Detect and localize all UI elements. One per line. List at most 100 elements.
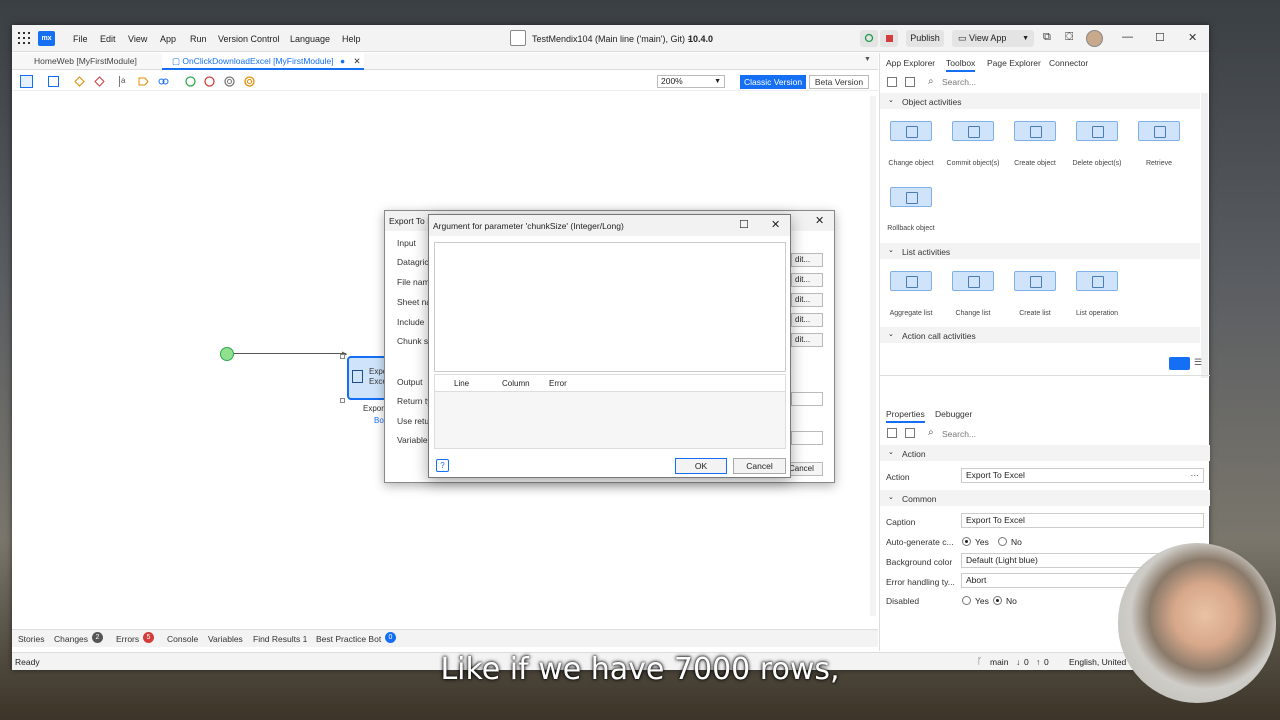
merge-icon[interactable] — [94, 76, 105, 87]
start-event[interactable] — [220, 347, 234, 361]
vertical-scrollbar[interactable] — [870, 96, 876, 616]
column-line[interactable]: Line — [454, 379, 469, 388]
stop-icon[interactable] — [880, 30, 898, 47]
ok-button[interactable]: OK — [675, 458, 727, 474]
menu-view[interactable]: View — [128, 34, 147, 44]
export-to-excel-activity[interactable]: Expor Exce — [347, 356, 390, 400]
grid-view-icon[interactable] — [1169, 357, 1190, 370]
create-list-tool[interactable] — [1014, 271, 1056, 291]
collapse-all-icon[interactable] — [887, 428, 897, 438]
classic-version-button[interactable]: Classic Version — [740, 75, 806, 89]
zoom-select[interactable]: 200% ▼ — [657, 75, 725, 88]
edit-button[interactable]: dit... — [791, 293, 823, 307]
column-error[interactable]: Error — [549, 379, 567, 388]
caption-field[interactable]: Export To Excel — [961, 513, 1204, 528]
tab-page-explorer[interactable]: Page Explorer — [987, 58, 1041, 68]
activity-icon[interactable] — [48, 76, 59, 87]
loop-icon[interactable] — [158, 76, 169, 87]
close-icon[interactable]: ✕ — [771, 218, 780, 231]
sync-icon[interactable] — [860, 30, 878, 47]
app-grid-icon[interactable] — [18, 32, 30, 44]
beta-version-button[interactable]: Beta Version — [809, 75, 869, 89]
maximize-icon[interactable]: ☐ — [1155, 31, 1165, 44]
menu-help[interactable]: Help — [342, 34, 361, 44]
end-event-icon[interactable] — [204, 76, 215, 87]
share-icon[interactable]: ⧉ — [1043, 31, 1051, 44]
pointer-icon[interactable] — [20, 75, 33, 88]
variable-name-field[interactable] — [791, 431, 823, 445]
sequence-flow[interactable] — [234, 353, 346, 354]
menu-edit[interactable]: Edit — [100, 34, 116, 44]
menu-file[interactable]: File — [73, 34, 88, 44]
change-object-tool[interactable] — [890, 121, 932, 141]
rollback-object-tool[interactable] — [890, 187, 932, 207]
error-event-icon[interactable] — [224, 76, 235, 87]
column-column[interactable]: Column — [502, 379, 530, 388]
cancel-button[interactable]: Cancel — [733, 458, 786, 474]
view-app-button[interactable]: ▭ View App ▼ — [952, 30, 1034, 47]
tab-changes[interactable]: Changes — [54, 634, 88, 644]
tab-errors[interactable]: Errors — [116, 634, 139, 644]
collapse-all-icon[interactable] — [887, 77, 897, 87]
menu-run[interactable]: Run — [190, 34, 207, 44]
action-section-header[interactable]: ⌄ Action — [880, 445, 1210, 461]
start-event-icon[interactable] — [185, 76, 196, 87]
expand-all-icon[interactable] — [905, 428, 915, 438]
tab-homeweb[interactable]: HomeWeb [MyFirstModule] — [12, 53, 160, 70]
chevron-down-icon[interactable]: ▼ — [1022, 30, 1029, 47]
change-list-tool[interactable] — [952, 271, 994, 291]
list-view-icon[interactable]: ☰ — [1194, 357, 1207, 370]
minimize-icon[interactable]: — — [1122, 31, 1133, 43]
annotation-icon[interactable]: a — [119, 76, 130, 87]
disabled-no-radio[interactable] — [993, 596, 1002, 605]
properties-search-input[interactable] — [942, 427, 1192, 440]
tab-variables[interactable]: Variables — [208, 634, 243, 644]
more-options-icon[interactable]: ··· — [1191, 469, 1200, 482]
list-operation-tool[interactable] — [1076, 271, 1118, 291]
selection-handle[interactable] — [340, 398, 345, 403]
edit-button[interactable]: dit... — [791, 313, 823, 327]
edit-button[interactable]: dit... — [791, 253, 823, 267]
menu-version-control[interactable]: Version Control — [218, 34, 280, 44]
menu-app[interactable]: App — [160, 34, 176, 44]
toolbox-scrollbar[interactable] — [1201, 93, 1208, 378]
tab-toolbox[interactable]: Toolbox — [946, 58, 976, 72]
avatar[interactable] — [1086, 30, 1103, 47]
tab-close-icon[interactable]: ✕ — [353, 56, 360, 66]
list-activities-header[interactable]: ⌄ List activities — [880, 243, 1200, 259]
commit-object-tool[interactable] — [952, 121, 994, 141]
delete-object-tool[interactable] — [1076, 121, 1118, 141]
menu-language[interactable]: Language — [290, 34, 330, 44]
selection-handle[interactable] — [340, 354, 345, 359]
action-call-header[interactable]: ⌄ Action call activities — [880, 327, 1200, 343]
marketplace-icon[interactable]: ⛋ — [1065, 31, 1073, 44]
help-icon[interactable]: ? — [436, 459, 449, 472]
tab-best-practice-bot[interactable]: Best Practice Bot — [316, 634, 381, 644]
tab-debugger[interactable]: Debugger — [935, 409, 972, 419]
decision-icon[interactable] — [74, 76, 85, 87]
aggregate-list-tool[interactable] — [890, 271, 932, 291]
edit-button[interactable]: dit... — [791, 333, 823, 347]
tabs-overflow-icon[interactable]: ▼ — [864, 56, 871, 63]
parameter-icon[interactable] — [138, 76, 149, 87]
edit-button[interactable]: dit... — [791, 273, 823, 287]
close-icon[interactable]: ✕ — [1188, 31, 1197, 44]
tab-app-explorer[interactable]: App Explorer — [886, 58, 935, 68]
retrieve-tool[interactable] — [1138, 121, 1180, 141]
autogenerate-no-radio[interactable] — [998, 537, 1007, 546]
tab-onclickdownloadexcel[interactable]: ▢ OnClickDownloadExcel [MyFirstModule] ●… — [162, 53, 364, 70]
break-event-icon[interactable] — [244, 76, 255, 87]
close-icon[interactable]: ✕ — [815, 214, 824, 227]
tab-connector[interactable]: Connector — [1049, 58, 1088, 68]
tab-stories[interactable]: Stories — [18, 634, 44, 644]
expression-editor[interactable] — [434, 242, 786, 372]
tab-properties[interactable]: Properties — [886, 409, 925, 423]
disabled-yes-radio[interactable] — [962, 596, 971, 605]
expand-all-icon[interactable] — [905, 77, 915, 87]
toolbox-search-input[interactable] — [942, 75, 1192, 88]
tab-find-results[interactable]: Find Results 1 — [253, 634, 307, 644]
action-field[interactable]: Export To Excel ··· — [961, 468, 1204, 483]
return-type-field[interactable] — [791, 392, 823, 406]
tab-console[interactable]: Console — [167, 634, 198, 644]
object-activities-header[interactable]: ⌄ Object activities — [880, 93, 1200, 109]
